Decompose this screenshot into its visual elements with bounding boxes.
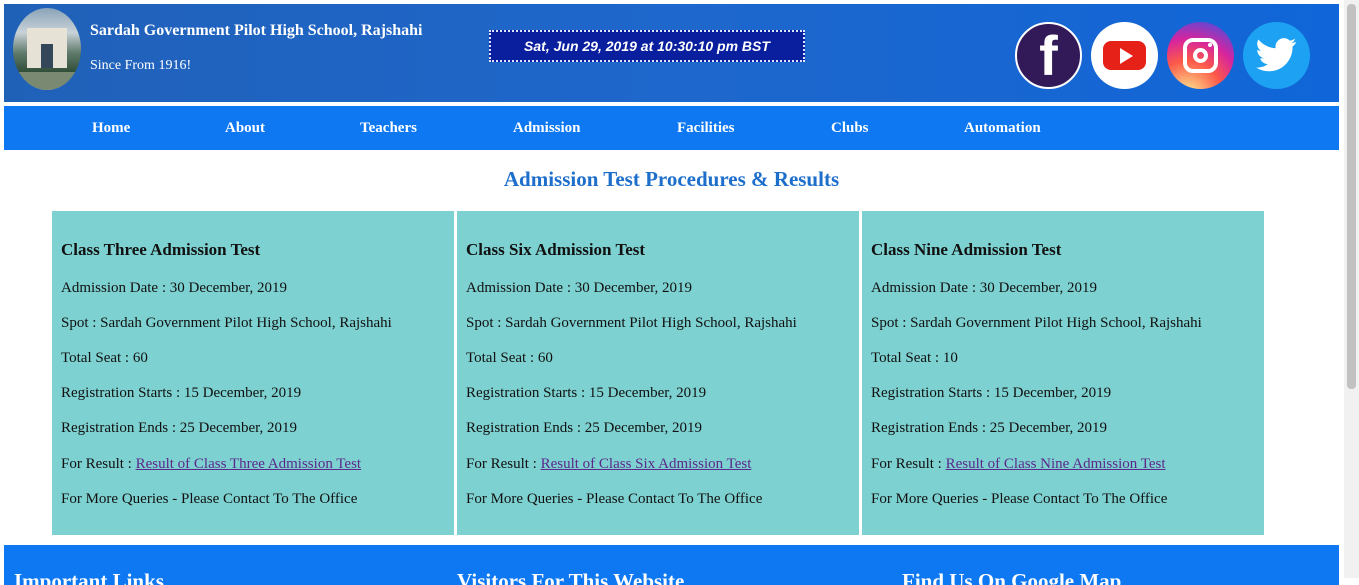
registration-end: Registration Ends : 25 December, 2019 [466,420,703,436]
scrollbar-thumb[interactable] [1347,4,1356,389]
result-row: For Result : Result of Class Nine Admiss… [871,456,1166,473]
page-title: Admission Test Procedures & Results [503,167,840,191]
card-title: Class Six Admission Test [466,240,646,259]
nav-about[interactable]: About [225,106,265,150]
since-text: Since From 1916! [90,58,192,73]
admission-date: Admission Date : 30 December, 2019 [466,280,693,296]
registration-start: Registration Starts : 15 December, 2019 [871,385,1112,401]
nav-teachers[interactable]: Teachers [360,106,417,150]
result-label: For Result : [61,456,136,472]
youtube-icon[interactable] [1091,22,1158,89]
instagram-icon[interactable] [1167,22,1234,89]
admission-card-class-six: Class Six Admission Test Admission Date … [457,211,859,535]
admission-date: Admission Date : 30 December, 2019 [61,280,288,296]
site-header: Sardah Government Pilot High School, Raj… [4,4,1339,102]
result-label: For Result : [871,456,946,472]
total-seat: Total Seat : 60 [466,350,553,366]
result-row: For Result : Result of Class Six Admissi… [466,456,751,473]
nav-clubs[interactable]: Clubs [831,106,869,150]
footer-heading-visitors: Visitors For This Website [457,569,685,585]
nav-admission[interactable]: Admission [513,106,581,150]
nav-facilities[interactable]: Facilities [677,106,734,150]
result-label: For Result : [466,456,541,472]
result-row: For Result : Result of Class Three Admis… [61,456,361,473]
queries-text: For More Queries - Please Contact To The… [61,491,358,507]
admission-spot: Spot : Sardah Government Pilot High Scho… [61,315,392,331]
school-name: Sardah Government Pilot High School, Raj… [90,22,423,39]
facebook-glyph: f [1039,24,1058,87]
twitter-bird-icon [1256,38,1297,72]
main-navigation: Home About Teachers Admission Facilities… [4,106,1339,150]
admission-card-class-nine: Class Nine Admission Test Admission Date… [862,211,1264,535]
result-link[interactable]: Result of Class Three Admission Test [136,456,361,472]
date-time-clock: Sat, Jun 29, 2019 at 10:30:10 pm BST [489,30,805,62]
nav-automation[interactable]: Automation [964,106,1041,150]
admission-spot: Spot : Sardah Government Pilot High Scho… [466,315,797,331]
admission-card-class-three: Class Three Admission Test Admission Dat… [52,211,454,535]
registration-end: Registration Ends : 25 December, 2019 [871,420,1108,436]
site-footer: Important Links Visitors For This Websit… [4,545,1339,585]
result-link[interactable]: Result of Class Six Admission Test [541,456,752,472]
instagram-dot [1208,43,1212,47]
school-logo[interactable] [13,8,81,90]
facebook-icon[interactable]: f [1015,22,1082,89]
vertical-scrollbar[interactable] [1344,0,1359,578]
admission-spot: Spot : Sardah Government Pilot High Scho… [871,315,1202,331]
registration-start: Registration Starts : 15 December, 2019 [61,385,302,401]
instagram-lens [1193,48,1208,63]
card-title: Class Nine Admission Test [871,240,1062,259]
registration-end: Registration Ends : 25 December, 2019 [61,420,298,436]
logo-door-shape [41,44,53,68]
card-title: Class Three Admission Test [61,240,261,259]
youtube-play-triangle [1120,48,1133,64]
queries-text: For More Queries - Please Contact To The… [871,491,1168,507]
admission-date: Admission Date : 30 December, 2019 [871,280,1098,296]
nav-home[interactable]: Home [92,106,130,150]
logo-ground-shape [13,72,81,90]
twitter-icon[interactable] [1243,22,1310,89]
total-seat: Total Seat : 60 [61,350,148,366]
total-seat: Total Seat : 10 [871,350,958,366]
registration-start: Registration Starts : 15 December, 2019 [466,385,707,401]
footer-heading-map: Find Us On Google Map [902,569,1122,585]
queries-text: For More Queries - Please Contact To The… [466,491,763,507]
result-link[interactable]: Result of Class Nine Admission Test [946,456,1166,472]
footer-heading-links: Important Links [14,569,164,585]
